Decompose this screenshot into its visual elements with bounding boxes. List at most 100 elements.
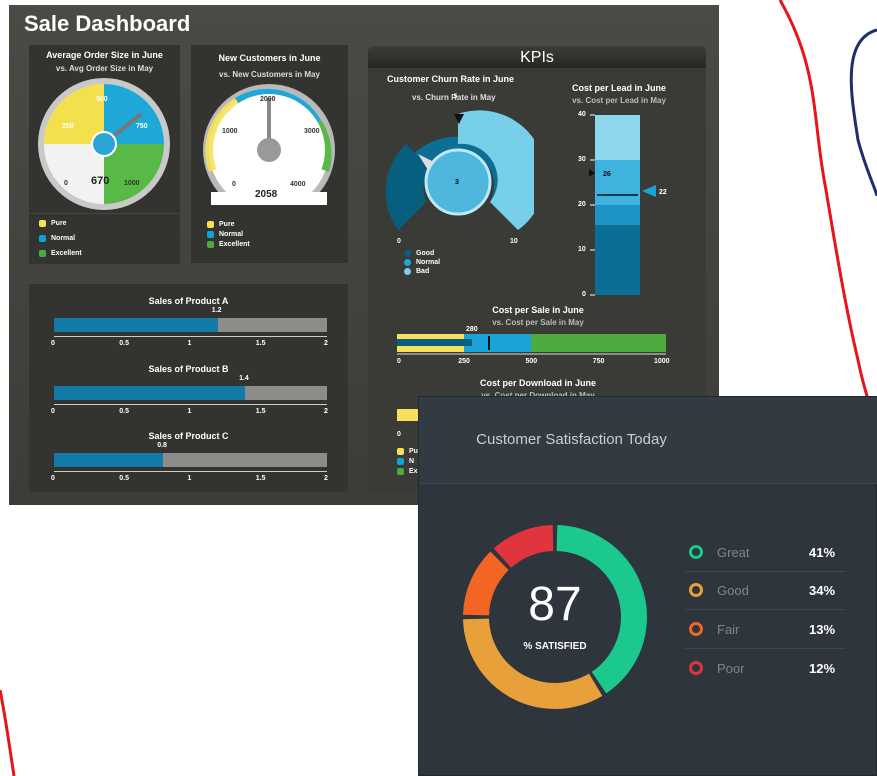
normal-swatch [397,457,404,465]
sales-tick-label: 2 [324,408,328,415]
cps-value: 280 [466,326,478,333]
sales-tick-label: 1.5 [255,340,266,347]
nc-tick-4: 4000 [290,181,306,188]
cpl-title: Cost per Lead in June [571,83,667,93]
avg-order-title: Average Order Size in June [46,50,163,60]
churn-gauge [385,110,534,230]
nc-tick-1: 1000 [222,128,238,135]
sales-tick-label: 2 [324,475,328,482]
new-customers-legend: Pure Normal Excellent [207,219,250,249]
sales-tick-label: 0 [51,475,55,482]
sales-tick-label: 1 [187,340,192,347]
sales-tick-label: 0 [51,408,55,415]
circle-icon [689,545,703,559]
good-dot-icon [404,250,411,257]
nc-tick-3: 3000 [304,128,320,135]
normal-swatch [39,235,46,242]
csat-row-poor: Poor 12% [685,649,845,687]
kpis-header: KPIs [368,46,706,68]
nc-tick-0: 0 [232,181,236,188]
csat-row-percent: 34% [809,583,836,598]
legend-normal: Normal [51,235,76,242]
cps-tick-label: 750 [592,358,605,365]
sales-bar-fill [54,386,246,400]
avg-tick-4: 1000 [124,180,140,187]
pure-swatch [207,220,214,228]
excellent-swatch [397,467,404,475]
excellent-swatch [39,250,46,257]
csat-row-fair: Fair 13% [685,610,845,649]
csat-row-label: Good [717,583,749,598]
sales-bar-fill [54,318,218,332]
cpd-legend: Pu N Ex [397,446,418,476]
cps-tick-label: 250 [458,358,470,365]
circle-icon [689,661,703,675]
normal-swatch [207,230,214,238]
pure-swatch [397,447,404,455]
csat-row-percent: 12% [809,661,836,676]
donut-segment-good [463,618,603,709]
csat-label: % SATISFIED [523,641,587,652]
legend-pure: Pure [51,220,67,227]
avg-order-legend: Pure Normal Excellent [39,216,82,261]
legend-excellent: Excellent [219,240,250,248]
cps-subtitle: vs. Cost per Sale in May [492,318,584,327]
csat-row-percent: 41% [809,545,836,560]
csat-row-percent: 13% [809,622,836,637]
sales-tick-label: 1 [187,475,192,482]
avg-tick-0: 250 [62,123,74,130]
csat-row-good: Good 34% [685,571,845,610]
legend-excellent: Excellent [51,250,82,257]
sales-tick-label: 0.5 [119,408,129,415]
churn-value: 3 [455,179,459,186]
avg-tick-1: 500 [96,96,108,103]
sales-axis-line [54,471,327,472]
new-customers-title: New Customers in June [218,53,321,63]
cpl-tick-40: 40 [578,111,586,118]
donut-segment-poor [493,525,554,568]
csat-row-label: Great [717,545,750,560]
cpd-bar [397,409,418,421]
sales-chart-title: Sales of Product C [148,431,229,441]
circle-icon [689,622,703,636]
legend-normal-partial: N [409,457,415,465]
legend-bad: Bad [416,268,430,275]
churn-max: 10 [510,238,518,245]
sales-bar-fill [54,453,164,467]
normal-dot-icon [404,259,411,266]
csat-title: Customer Satisfaction Today [476,431,667,448]
dashboard-title: Sale Dashboard [24,11,191,36]
sales-chart-title: Sales of Product A [148,296,229,306]
new-customers-subtitle: vs. New Customers in May [219,70,320,79]
sales-tick-label: 1.5 [255,408,266,415]
avg-tick-2: 750 [136,123,148,130]
legend-normal: Normal [219,230,244,238]
churn-min: 0 [397,238,401,245]
cpl-tick-20: 20 [578,201,586,208]
cps-tick-label: 0 [397,358,401,365]
customer-satisfaction-card: Customer Satisfaction Today 87 % SATISFI… [418,396,877,776]
sales-tick-label: 1.5 [255,475,266,482]
csat-row-label: Poor [717,661,745,676]
avg-order-value: 670 [91,175,110,187]
csat-value: 87 [528,578,582,631]
csat-row-label: Fair [717,622,740,637]
sales-chart-title: Sales of Product B [148,364,229,374]
legend-pure: Pure [219,220,235,228]
sales-value-label: 1.2 [211,307,222,314]
cpl-previous: 26 [603,171,611,178]
pure-swatch [39,220,46,227]
sales-tick-label: 0.5 [119,475,129,482]
avg-tick-3: 0 [64,180,68,187]
sales-tick-label: 1 [187,408,192,415]
cpl-tick-10: 10 [578,246,586,253]
circle-icon [689,583,703,597]
cps-tick-label: 500 [525,358,538,365]
sales-axis-line [54,404,327,405]
legend-good: Good [416,250,435,257]
legend-normal: Normal [416,259,441,266]
cps-tick-label: 1000 [654,358,670,365]
cpd-title: Cost per Download in June [479,378,596,388]
cps-title: Cost per Sale in June [492,305,584,315]
cpd-tick-0: 0 [397,431,401,438]
